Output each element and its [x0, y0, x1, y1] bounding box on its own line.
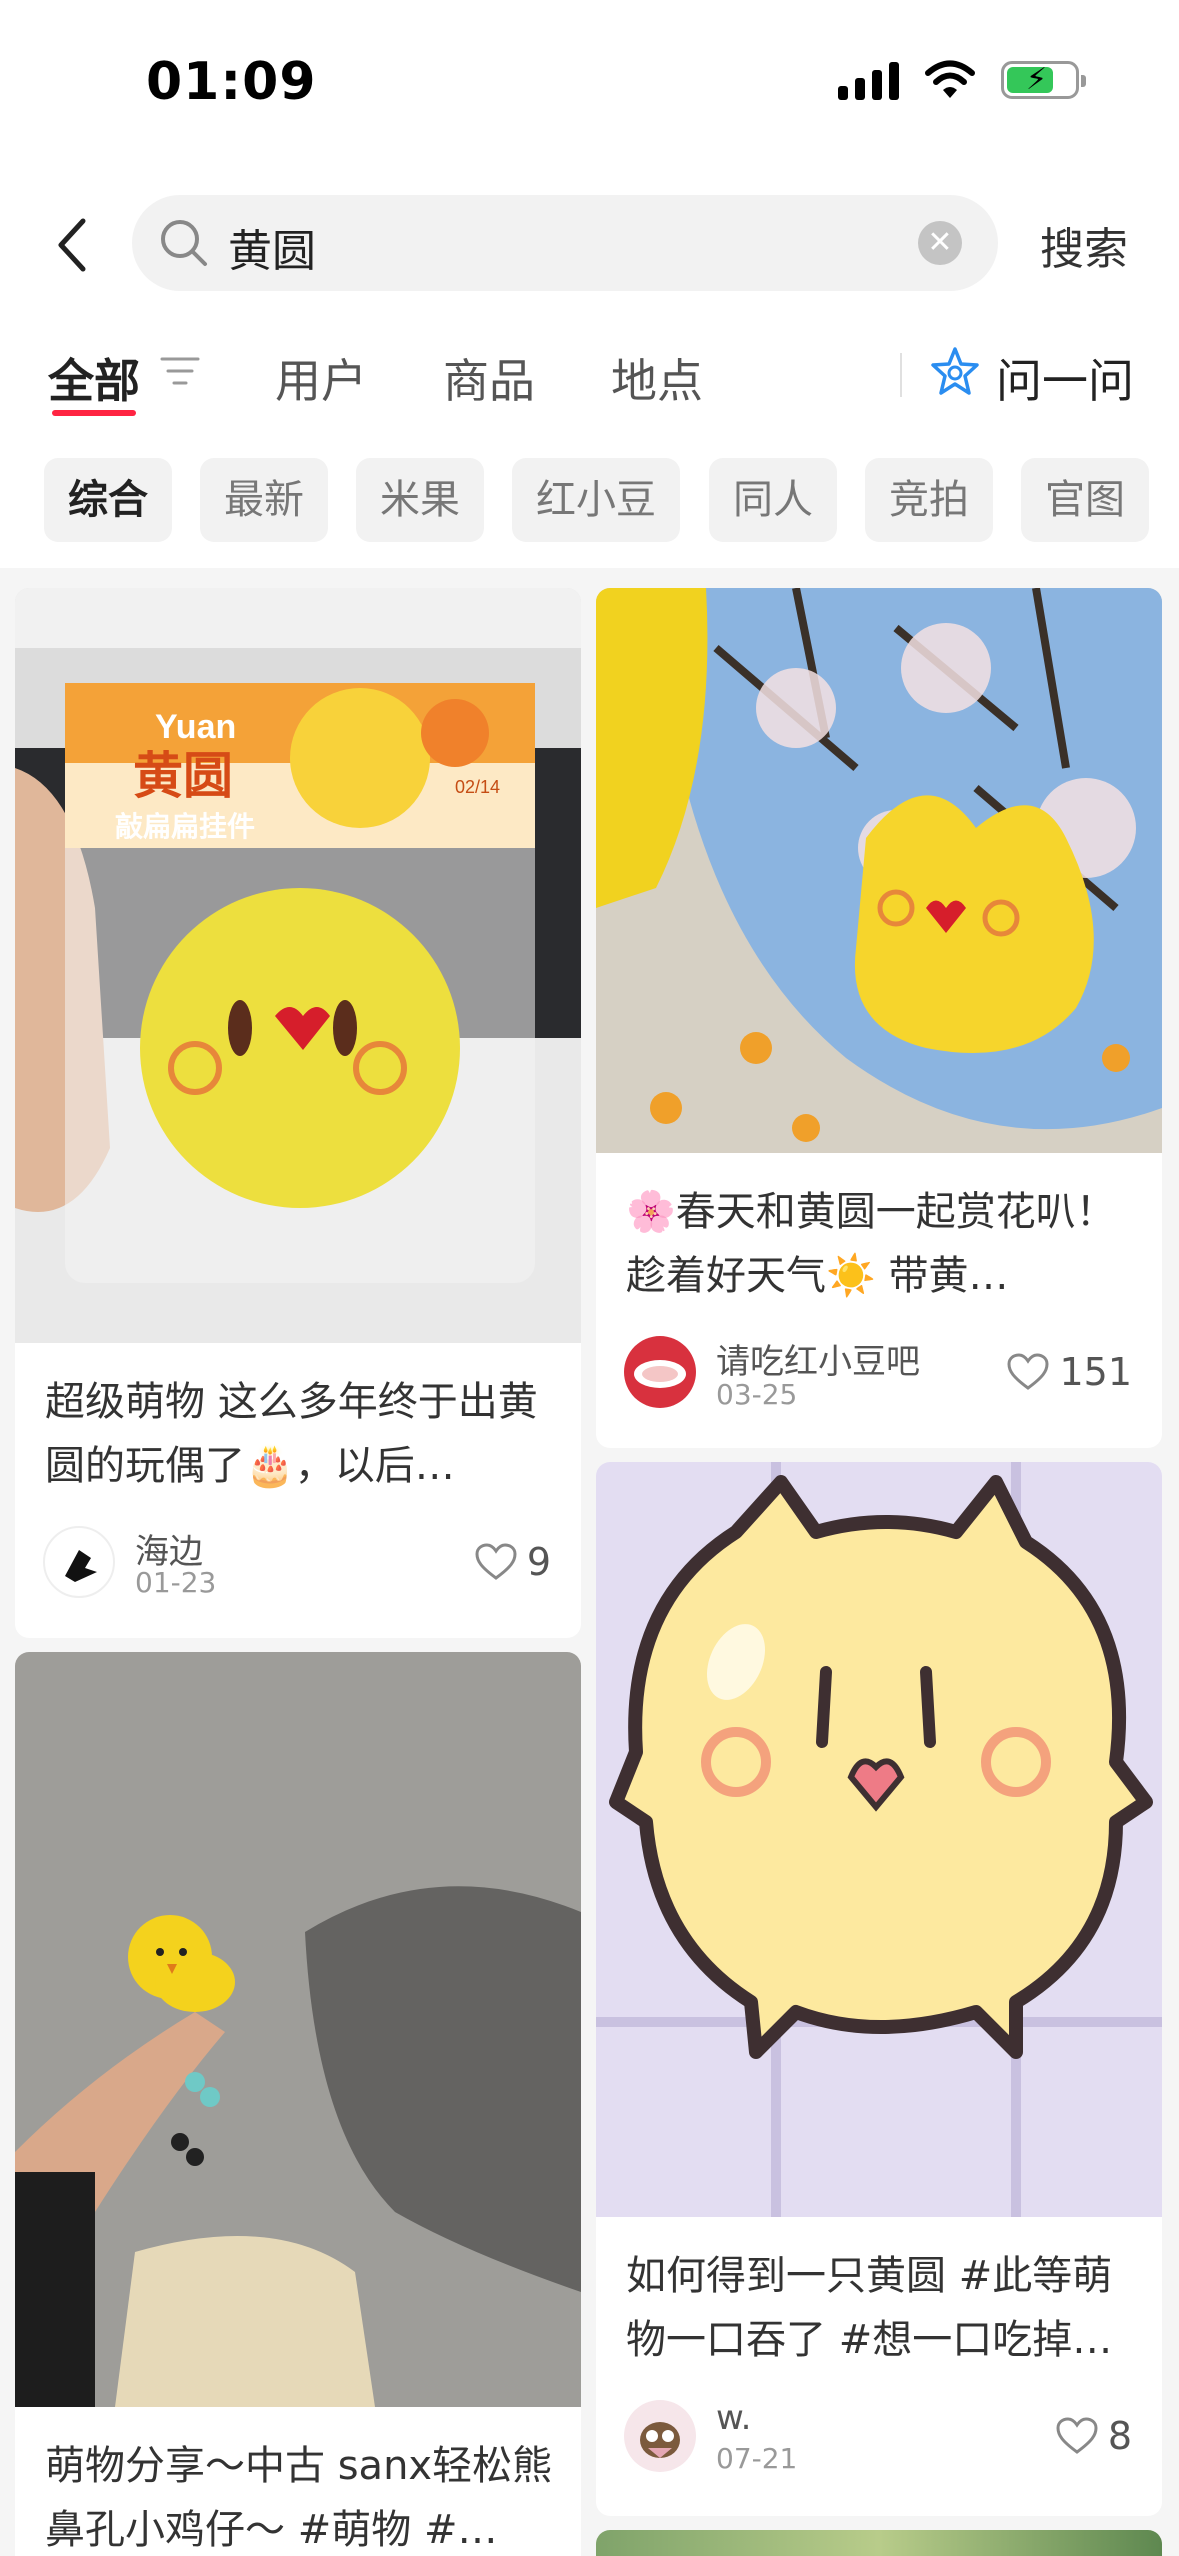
search-icon [161, 220, 207, 266]
plush-package-photo: Yuan 黄圆 敲扁扁挂件 02/14 [15, 588, 581, 1343]
screen: 01:09 ⚡ 黄圆 ✕ 搜索 全部 用户 商品 地点 问一问 综合 最新 米果… [0, 0, 1179, 2556]
like-count: 151 [1059, 1350, 1132, 1394]
status-time: 01:09 [146, 52, 317, 112]
post-date: 03-25 [716, 1378, 798, 1411]
status-icons: ⚡ [838, 60, 1086, 100]
chip-comprehensive[interactable]: 综合 [44, 458, 172, 542]
note-card[interactable]: 萌物分享～中古 sanx轻松熊鼻孔小鸡仔～ #萌物 #… [15, 1652, 581, 2556]
sparkle-star-icon[interactable] [928, 345, 982, 399]
tab-products[interactable]: 商品 [443, 345, 535, 411]
note-image [596, 588, 1162, 1153]
search-query-text: 黄圆 [228, 226, 316, 277]
package-subtitle-text: 敲扁扁挂件 [115, 810, 255, 843]
hand-holding-chick-photo [15, 1652, 581, 2407]
active-tab-indicator [52, 410, 136, 416]
note-image [15, 1652, 581, 2407]
note-image [596, 2530, 1162, 2556]
wifi-icon [925, 60, 975, 98]
search-header: 黄圆 ✕ 搜索 [0, 175, 1179, 315]
note-card[interactable]: Yuan 黄圆 敲扁扁挂件 02/14 超级萌物 这么多年终于出黄圆的玩偶了🎂，… [15, 588, 581, 1638]
avatar[interactable] [624, 1336, 696, 1408]
like-button[interactable]: 9 [475, 1540, 551, 1584]
like-button[interactable]: 151 [1007, 1350, 1132, 1394]
back-button[interactable] [42, 209, 102, 281]
tab-places[interactable]: 地点 [611, 345, 703, 411]
filter-chips: 综合 最新 米果 红小豆 同人 竞拍 官图 [0, 440, 1179, 568]
note-image [596, 1462, 1162, 2217]
heart-icon [1007, 1353, 1049, 1390]
package-title-text: 黄圆 [133, 747, 233, 805]
author-name[interactable]: 请吃红小豆吧 [716, 1334, 920, 1383]
battery-icon: ⚡ [1001, 61, 1086, 99]
package-date-text: 02/14 [455, 777, 500, 797]
tab-divider [900, 353, 902, 397]
note-title: 萌物分享～中古 sanx轻松熊鼻孔小鸡仔～ #萌物 #… [45, 2443, 553, 2553]
chip-official[interactable]: 官图 [1021, 458, 1149, 542]
note-card[interactable] [596, 2530, 1162, 2556]
filter-icon[interactable] [160, 353, 200, 389]
post-date: 07-21 [716, 2442, 798, 2475]
status-bar: 01:09 ⚡ [0, 0, 1179, 175]
chip-fanart[interactable]: 同人 [709, 458, 837, 542]
note-card[interactable]: 如何得到一只黄圆 #此等萌物一口吞了 #想一口吃掉… w. 07-21 8 [596, 1462, 1162, 2516]
chevron-left-icon [58, 218, 86, 272]
search-button[interactable]: 搜索 [1040, 213, 1128, 277]
result-type-tabs: 全部 用户 商品 地点 问一问 [0, 315, 1179, 440]
like-count: 9 [526, 1540, 551, 1584]
avatar[interactable] [624, 2400, 696, 2472]
clear-icon[interactable]: ✕ [918, 221, 962, 265]
cellular-signal-icon [838, 60, 899, 100]
avatar[interactable] [43, 1526, 115, 1598]
tab-all[interactable]: 全部 [48, 345, 140, 411]
search-input[interactable]: 黄圆 ✕ [132, 195, 998, 291]
package-brand-text: Yuan [155, 708, 236, 746]
cherry-blossom-mirror-photo [596, 588, 1162, 1153]
yellow-round-character-illustration [596, 1462, 1162, 2217]
author-name[interactable]: w. [716, 2398, 752, 2438]
chip-latest[interactable]: 最新 [200, 458, 328, 542]
heart-icon [475, 1543, 517, 1580]
chip-migo[interactable]: 米果 [356, 458, 484, 542]
note-card[interactable]: 🌸春天和黄圆一起赏花叭！ 趁着好天气☀️ 带黄… 请吃红小豆吧 03-25 15… [596, 588, 1162, 1448]
tab-users[interactable]: 用户 [275, 345, 367, 411]
chip-hongxiaodou[interactable]: 红小豆 [512, 458, 680, 542]
chip-auction[interactable]: 竞拍 [865, 458, 993, 542]
note-image: Yuan 黄圆 敲扁扁挂件 02/14 [15, 588, 581, 1343]
like-count: 8 [1107, 2414, 1132, 2458]
note-title: 🌸春天和黄圆一起赏花叭！ 趁着好天气☀️ 带黄… [626, 1189, 1116, 1299]
heart-icon [1056, 2417, 1098, 2454]
note-title: 如何得到一只黄圆 #此等萌物一口吞了 #想一口吃掉… [626, 2253, 1113, 2363]
like-button[interactable]: 8 [1056, 2414, 1132, 2458]
note-title: 超级萌物 这么多年终于出黄圆的玩偶了🎂，以后… [45, 1379, 538, 1489]
ask-button[interactable]: 问一问 [996, 345, 1134, 411]
post-date: 01-23 [135, 1566, 217, 1599]
